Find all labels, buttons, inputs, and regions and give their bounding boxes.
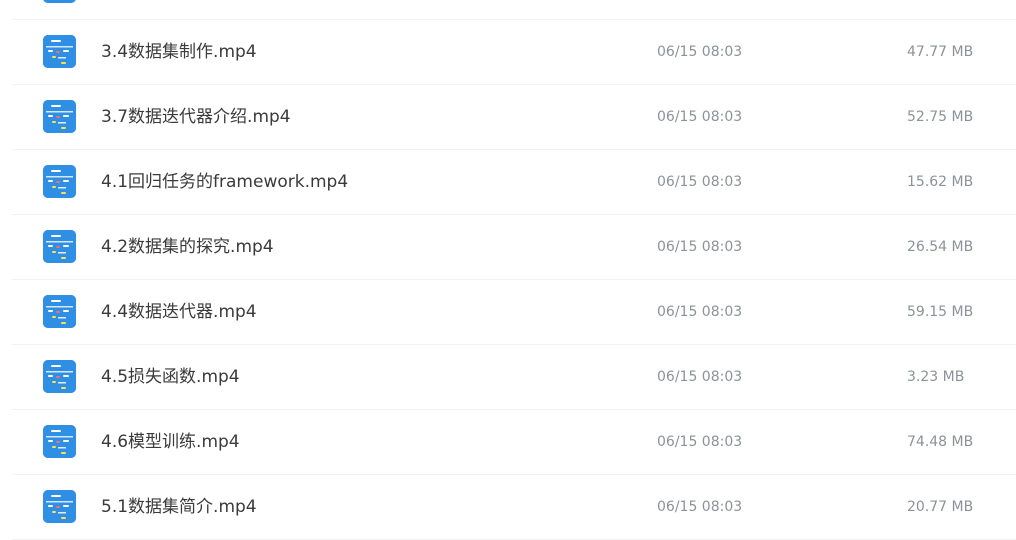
video-file-icon [43,360,76,393]
file-date: 06/15 08:03 [657,109,743,125]
file-name: 5.1数据集简介.mp4 [101,497,257,517]
video-file-icon [43,100,76,133]
video-file-icon [43,230,76,263]
file-row[interactable]: 5.1数据集简介.mp4 06/15 08:03 20.77 MB [12,475,1016,540]
file-date: 06/15 08:03 [657,44,743,60]
file-size: 47.77 MB [907,44,974,60]
file-row[interactable]: 4.1回归任务的framework.mp4 06/15 08:03 15.62 … [12,150,1016,215]
file-row[interactable]: 4.6模型训练.mp4 06/15 08:03 74.48 MB [12,410,1016,475]
file-date: 06/15 08:03 [657,304,743,320]
file-name: 3.7数据迭代器介绍.mp4 [101,107,291,127]
file-name: 4.5损失函数.mp4 [101,367,240,387]
file-size: 15.62 MB [907,174,974,190]
video-file-icon [43,165,76,198]
video-file-icon [43,425,76,458]
video-file-icon [43,35,76,68]
file-row[interactable]: 4.2数据集的探究.mp4 06/15 08:03 26.54 MB [12,215,1016,280]
file-size: 52.75 MB [907,109,974,125]
file-size: 59.15 MB [907,304,974,320]
file-name: 4.6模型训练.mp4 [101,432,240,452]
video-file-icon [43,0,76,3]
video-file-icon [43,490,76,523]
file-date: 06/15 08:03 [657,239,743,255]
file-row[interactable]: 4.5损失函数.mp4 06/15 08:03 3.23 MB [12,345,1016,410]
file-list: 3.4数据集制作.mp4 06/15 08:03 47.77 MB 3.7数据迭… [0,0,1016,540]
file-name: 3.4数据集制作.mp4 [101,42,257,62]
file-size: 74.48 MB [907,434,974,450]
file-date: 06/15 08:03 [657,369,743,385]
file-name: 4.2数据集的探究.mp4 [101,237,274,257]
file-row[interactable]: 3.7数据迭代器介绍.mp4 06/15 08:03 52.75 MB [12,85,1016,150]
file-size: 20.77 MB [907,499,974,515]
file-row[interactable]: 4.4数据迭代器.mp4 06/15 08:03 59.15 MB [12,280,1016,345]
file-date: 06/15 08:03 [657,499,743,515]
file-size: 3.23 MB [907,369,965,385]
file-name: 4.1回归任务的framework.mp4 [101,172,349,192]
video-file-icon [43,295,76,328]
file-date: 06/15 08:03 [657,434,743,450]
file-name: 4.4数据迭代器.mp4 [101,302,257,322]
file-row[interactable] [12,0,1016,20]
file-size: 26.54 MB [907,239,974,255]
file-row[interactable]: 3.4数据集制作.mp4 06/15 08:03 47.77 MB [12,20,1016,85]
file-date: 06/15 08:03 [657,174,743,190]
